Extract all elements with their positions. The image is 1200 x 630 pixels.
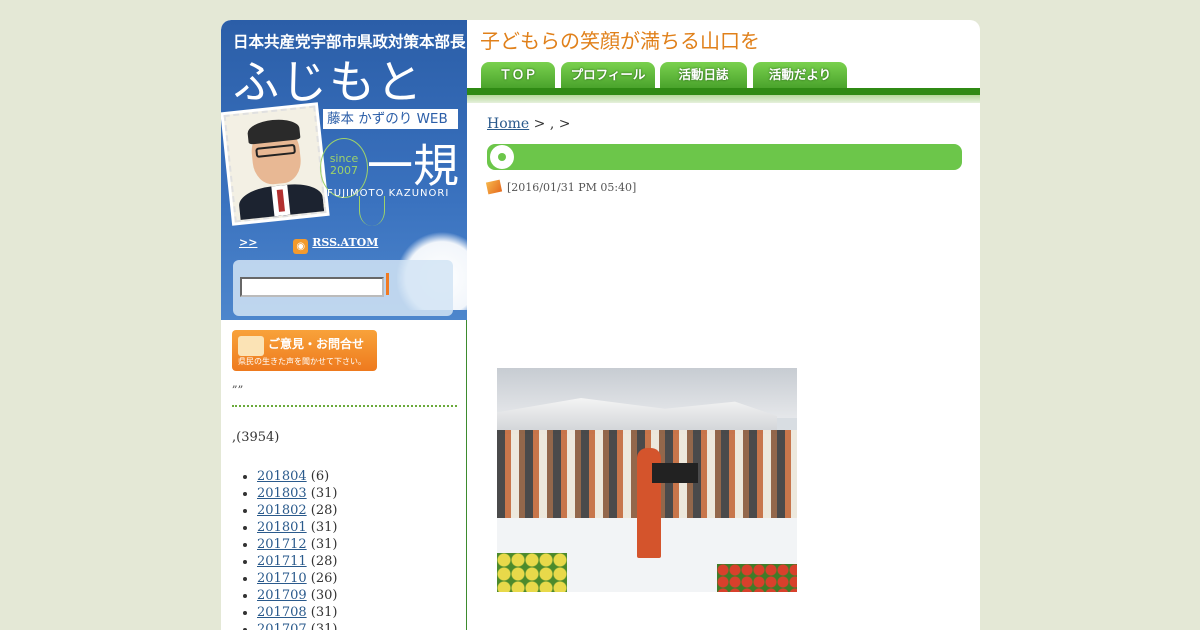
banner-name-kanji: 一規 xyxy=(367,139,459,193)
archive-count: (31) xyxy=(310,486,338,501)
archive-count: (31) xyxy=(310,537,338,552)
archive-count: (26) xyxy=(310,571,338,586)
entry-date: [2016/01/31 PM 05:40] xyxy=(485,179,637,195)
banner-links: >> ◉ RSS.ATOM xyxy=(239,236,378,254)
list-item: 201708 (31) xyxy=(257,604,337,621)
list-item: 201710 (26) xyxy=(257,570,337,587)
archive-link[interactable]: 201801 xyxy=(257,520,307,535)
note-icon xyxy=(485,179,503,195)
archive-count: (28) xyxy=(310,503,338,518)
entry-photo[interactable] xyxy=(497,368,797,592)
list-item: 201711 (28) xyxy=(257,553,337,570)
archive-count: (31) xyxy=(310,622,338,630)
tab-bar xyxy=(467,88,980,95)
breadcrumb: Home > , > xyxy=(487,116,570,132)
archive-count: (31) xyxy=(310,520,338,535)
search-input[interactable] xyxy=(240,277,384,297)
tab-bar-shadow xyxy=(467,95,980,103)
tab-profile[interactable]: プロフィール xyxy=(561,62,655,88)
list-item: 201709 (30) xyxy=(257,587,337,604)
sidebar: 日本共産党宇部市県政対策本部長 ふじもと 藤本 かずのり WEB since 2… xyxy=(221,20,467,630)
archive-link[interactable]: 201709 xyxy=(257,588,307,603)
tab-newsletter[interactable]: 活動だより xyxy=(753,62,847,88)
rss-icon: ◉ xyxy=(293,239,309,254)
decorative-squiggle-icon xyxy=(359,196,385,226)
archive-count: (28) xyxy=(310,554,338,569)
since-text: since 2007 xyxy=(329,152,359,177)
photo-flowers-right xyxy=(717,564,797,592)
list-item: 201712 (31) xyxy=(257,536,337,553)
tab-top[interactable]: ＴＯＰ xyxy=(481,62,555,88)
list-item: 201707 (31) xyxy=(257,621,337,630)
archive-link[interactable]: 201802 xyxy=(257,503,307,518)
flower-icon xyxy=(492,147,512,167)
photo-podium xyxy=(652,463,698,483)
archive-link[interactable]: 201708 xyxy=(257,605,307,620)
sidebar-quote: „„ xyxy=(232,377,244,390)
contact-subtitle: 県民の生きた声を聞かせて下さい。 xyxy=(238,357,366,366)
rss-link[interactable]: RSS.ATOM xyxy=(312,236,378,249)
tab-diary[interactable]: 活動日誌 xyxy=(660,62,747,88)
photo-flowers-left xyxy=(497,553,567,592)
mail-icon xyxy=(238,336,264,356)
site-tagline: 子どもらの笑顔が満ちる山口を xyxy=(480,29,760,53)
archive-count: (6) xyxy=(310,469,330,484)
banner-romaji: FUJIMOTO KAZUNORI xyxy=(327,188,450,199)
contact-button[interactable]: ご意見・お問合せ 県民の生きた声を聞かせて下さい。 xyxy=(232,330,377,371)
sidebar-divider xyxy=(232,405,457,407)
entry-date-text: [2016/01/31 PM 05:40] xyxy=(507,181,637,194)
archive-count: (31) xyxy=(310,605,338,620)
profile-photo xyxy=(223,105,327,223)
contact-title: ご意見・お問合せ xyxy=(268,337,365,351)
list-item: 201803 (31) xyxy=(257,485,337,502)
archive-link[interactable]: 201712 xyxy=(257,537,307,552)
banner-name-kana: ふじもと xyxy=(233,55,425,109)
archive-list: 201804 (6) 201803 (31) 201802 (28) 20180… xyxy=(257,468,337,630)
archive-link[interactable]: 201803 xyxy=(257,486,307,501)
archive-count: (30) xyxy=(310,588,338,603)
list-item: 201801 (31) xyxy=(257,519,337,536)
search-button[interactable] xyxy=(386,273,389,295)
list-item: 201802 (28) xyxy=(257,502,337,519)
breadcrumb-home-link[interactable]: Home xyxy=(487,116,529,132)
header-banner: 日本共産党宇部市県政対策本部長 ふじもと 藤本 かずのり WEB since 2… xyxy=(221,20,467,320)
archive-link[interactable]: 201711 xyxy=(257,554,307,569)
category-total: ,(3954) xyxy=(232,430,280,445)
archive-link[interactable]: 201804 xyxy=(257,469,307,484)
breadcrumb-rest: > , > xyxy=(529,116,571,132)
list-item: 201804 (6) xyxy=(257,468,337,485)
entry-title-bar xyxy=(487,144,962,170)
archive-link[interactable]: 201710 xyxy=(257,571,307,586)
page-container: 日本共産党宇部市県政対策本部長 ふじもと 藤本 かずのり WEB since 2… xyxy=(221,20,980,630)
banner-web-tag: 藤本 かずのり WEB xyxy=(323,109,458,129)
archive-link[interactable]: 201707 xyxy=(257,622,307,630)
more-link[interactable]: >> xyxy=(239,236,257,249)
